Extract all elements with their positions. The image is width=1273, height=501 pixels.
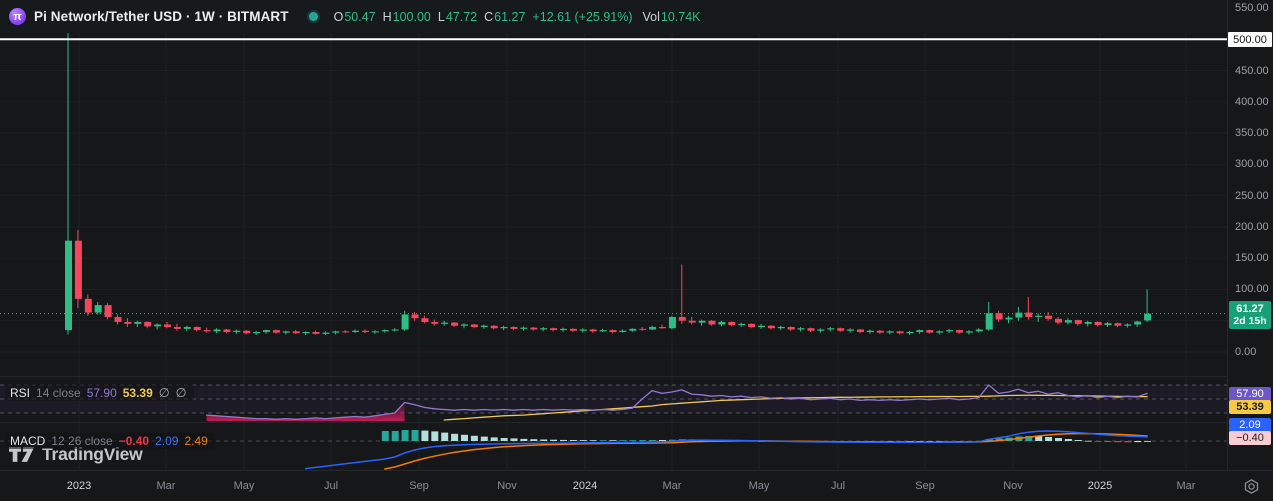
legend-rsi: RSI 14 close 57.90 53.39 ∅ ∅ [5, 384, 194, 401]
time-tick-month: Jul [831, 480, 845, 492]
price-tick: 350.00 [1235, 127, 1269, 139]
time-tick-month: May [749, 480, 770, 492]
rsi-title[interactable]: RSI [10, 386, 30, 400]
open-label: O [334, 10, 344, 24]
rsi-ma-value: 53.39 [123, 386, 153, 400]
time-tick-year: 2023 [67, 480, 91, 492]
rsi-params: 14 close [36, 386, 81, 400]
trading-chart-window: π Pi Network/Tether USD · 1W · BITMART O… [0, 0, 1273, 501]
macd-axis-badge: 2.09 [1229, 418, 1271, 432]
close-label: C [484, 10, 493, 24]
macd-signal-value: 2.49 [184, 434, 207, 448]
low-value: 47.72 [446, 10, 477, 24]
rsi-axis-badge: 57.90 [1229, 387, 1271, 401]
price-tick: 0.00 [1235, 346, 1256, 358]
pi-network-logo-icon: π [9, 8, 26, 25]
price-tick: 250.00 [1235, 190, 1269, 202]
legend-macd: MACD 12 26 close −0.40 2.09 2.49 [5, 433, 215, 449]
time-tick-year: 2025 [1088, 480, 1112, 492]
close-value: 61.27 [494, 10, 525, 24]
time-tick-month: Mar [157, 480, 176, 492]
price-tick: 300.00 [1235, 158, 1269, 170]
time-tick-month: Mar [1177, 480, 1196, 492]
legend-main: π Pi Network/Tether USD · 1W · BITMART O… [0, 0, 1227, 33]
rsi-empty-value-icon: ∅ [176, 385, 187, 400]
rsi-ma-axis-badge: 53.39 [1229, 400, 1271, 414]
open-value: 50.47 [344, 10, 375, 24]
macd-title[interactable]: MACD [10, 434, 45, 448]
time-axis[interactable]: 2023 Mar May Jul Sep Nov 2024 Mar May Jul Sep Nov 20… [0, 470, 1273, 501]
macd-params: 12 26 close [51, 434, 112, 448]
last-price-value: 61.27 [1229, 303, 1271, 315]
time-tick-month: Nov [497, 480, 517, 492]
macd-hist-axis-badge: −0.40 [1229, 431, 1271, 445]
low-label: L [438, 10, 445, 24]
volume-label: Vol [643, 10, 660, 24]
rsi-empty-value-icon: ∅ [159, 385, 170, 400]
bar-countdown: 2d 15h [1229, 315, 1271, 327]
price-tick: 400.00 [1235, 96, 1269, 108]
time-tick-month: Sep [409, 480, 429, 492]
price-tick: 450.00 [1235, 65, 1269, 77]
market-status-icon[interactable] [309, 12, 318, 21]
macd-hist-value: −0.40 [119, 434, 149, 448]
high-value: 100.00 [393, 10, 431, 24]
price-tick: 550.00 [1235, 2, 1269, 14]
price-axis[interactable]: 500.00 61.27 2d 15h 57.90 53.39 2.09 −0.… [1227, 0, 1273, 470]
ohlc-row: O 50.47 H 100.00 L 47.72 C 61.27 +12.61 … [334, 10, 708, 24]
symbol-title[interactable]: Pi Network/Tether USD · 1W · BITMART [34, 9, 289, 24]
price-line-label: 500.00 [1228, 32, 1272, 47]
time-tick-year: 2024 [573, 480, 597, 492]
time-tick-month: Sep [915, 480, 935, 492]
time-tick-month: Jul [324, 480, 338, 492]
timezone-settings-icon[interactable] [1243, 478, 1260, 495]
time-tick-month: Nov [1003, 480, 1023, 492]
time-tick-month: Mar [663, 480, 682, 492]
change-value: +12.61 (+25.91%) [532, 10, 632, 24]
chart-canvas[interactable] [0, 0, 1273, 501]
price-tick: 150.00 [1235, 252, 1269, 264]
volume-value: 10.74K [661, 10, 701, 24]
rsi-value: 57.90 [87, 386, 117, 400]
high-label: H [383, 10, 392, 24]
price-tick: 100.00 [1235, 283, 1269, 295]
macd-line-value: 2.09 [155, 434, 178, 448]
time-tick-month: May [234, 480, 255, 492]
last-price-badge: 61.27 2d 15h [1229, 301, 1271, 329]
price-tick: 200.00 [1235, 221, 1269, 233]
